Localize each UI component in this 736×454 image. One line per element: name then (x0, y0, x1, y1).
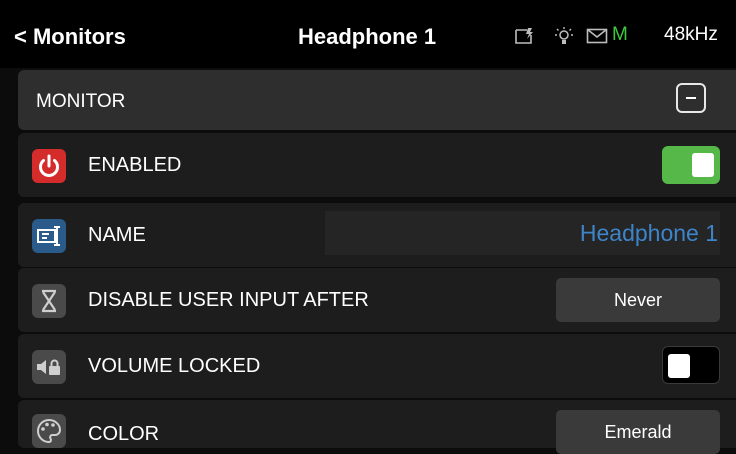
name-label: NAME (88, 224, 146, 246)
enabled-toggle[interactable] (662, 146, 720, 184)
color-row: COLOR Emerald (18, 400, 736, 454)
mail-icon (586, 28, 608, 44)
volume-locked-label: VOLUME LOCKED (88, 355, 261, 377)
rename-icon (32, 219, 66, 253)
sample-rate: 48kHz (664, 24, 718, 45)
collapse-button[interactable] (676, 83, 706, 113)
monitor-status-m: M (612, 24, 628, 45)
name-row: NAME (18, 203, 736, 267)
name-field[interactable] (325, 211, 720, 255)
volume-lock-icon (32, 350, 66, 384)
toggle-knob (692, 153, 714, 177)
hourglass-icon (32, 284, 66, 318)
enabled-row: ENABLED (18, 133, 736, 197)
lightbulb-icon (555, 27, 573, 44)
disable-input-row: DISABLE USER INPUT AFTER Never (18, 268, 736, 332)
message-icon (515, 28, 533, 44)
volume-locked-toggle[interactable] (662, 346, 720, 384)
disable-input-label: DISABLE USER INPUT AFTER (88, 289, 369, 311)
page-title: Headphone 1 (298, 24, 437, 49)
top-bar: < Monitors Headphone 1 M 48kHz (0, 0, 736, 68)
power-icon (32, 149, 66, 183)
section-title: MONITOR (36, 91, 126, 112)
disable-input-select[interactable]: Never (556, 278, 720, 322)
monitor-section-header: MONITOR (18, 70, 736, 130)
back-button[interactable]: < Monitors (14, 24, 126, 50)
color-select[interactable]: Emerald (556, 410, 720, 454)
volume-locked-row: VOLUME LOCKED (18, 334, 736, 398)
toggle-knob (668, 354, 690, 378)
palette-icon (32, 414, 66, 448)
enabled-label: ENABLED (88, 154, 182, 176)
color-label: COLOR (88, 423, 160, 445)
